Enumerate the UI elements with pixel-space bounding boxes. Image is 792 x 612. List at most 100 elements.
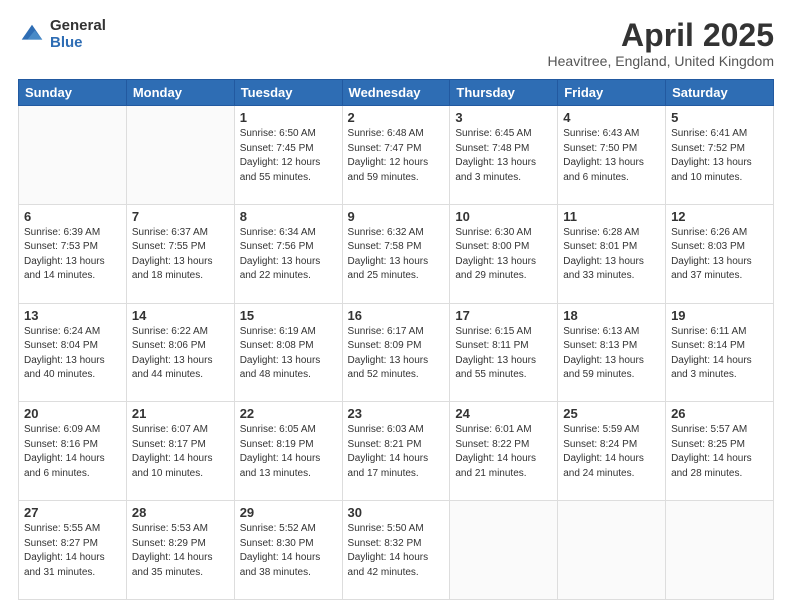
day-number: 29 (240, 505, 337, 520)
calendar-cell: 30 Sunrise: 5:50 AM Sunset: 8:32 PM Dayli… (342, 501, 450, 600)
day-number: 21 (132, 406, 229, 421)
logo-icon (18, 21, 46, 49)
day-number: 10 (455, 209, 552, 224)
calendar-cell: 11 Sunrise: 6:28 AM Sunset: 8:01 PM Dayli… (558, 204, 666, 303)
logo-blue: Blue (50, 35, 106, 52)
day-info: Sunrise: 6:22 AM Sunset: 8:06 PM Dayligh… (132, 325, 229, 383)
calendar-cell: 16Sunrise: 6:17 AM Sunset: 8:09 PM Dayli… (342, 303, 450, 402)
day-number: 30 (348, 505, 445, 520)
day-number: 28 (132, 505, 229, 520)
calendar-cell: 8Sunrise: 6:34 AM Sunset: 7:56 PM Daylig… (234, 204, 342, 303)
day-number: 12 (671, 209, 768, 224)
day-number: 6 (24, 209, 121, 224)
day-number: 11 (563, 209, 660, 224)
day-info: Sunrise: 6:03 AM Sunset: 8:21 PM Dayligh… (348, 423, 445, 481)
day-info: Sunrise: 6:19 AM Sunset: 8:08 PM Dayligh… (240, 325, 337, 383)
header-tuesday: Tuesday (234, 80, 342, 106)
calendar-cell: 1Sunrise: 6:50 AM Sunset: 7:45 PM Daylig… (234, 106, 342, 205)
day-number: 17 (455, 308, 552, 323)
logo-text: General Blue (50, 18, 106, 51)
calendar-week-row-2: 13 Sunrise: 6:24 AM Sunset: 8:04 PM Dayli… (19, 303, 774, 402)
header: General Blue April 2025 Heavitree, Engla… (18, 18, 774, 69)
day-info: Sunrise: 6:43 AM Sunset: 7:50 PM Dayligh… (563, 127, 660, 185)
calendar-cell: 4 Sunrise: 6:43 AM Sunset: 7:50 PM Daylig… (558, 106, 666, 205)
header-monday: Monday (126, 80, 234, 106)
calendar-cell: 24 Sunrise: 6:01 AM Sunset: 8:22 PM Dayli… (450, 402, 558, 501)
day-number: 26 (671, 406, 768, 421)
calendar-cell (666, 501, 774, 600)
day-info: Sunrise: 6:37 AM Sunset: 7:55 PM Dayligh… (132, 226, 229, 284)
page: General Blue April 2025 Heavitree, Engla… (0, 0, 792, 612)
day-info: Sunrise: 5:50 AM Sunset: 8:32 PM Dayligh… (348, 522, 445, 580)
calendar-cell (126, 106, 234, 205)
calendar-cell: 29 Sunrise: 5:52 AM Sunset: 8:30 PM Dayli… (234, 501, 342, 600)
calendar-cell: 12 Sunrise: 6:26 AM Sunset: 8:03 PM Dayli… (666, 204, 774, 303)
calendar-header-row: Sunday Monday Tuesday Wednesday Thursday… (19, 80, 774, 106)
calendar-cell: 22 Sunrise: 6:05 AM Sunset: 8:19 PM Dayli… (234, 402, 342, 501)
header-saturday: Saturday (666, 80, 774, 106)
calendar-week-row-3: 20 Sunrise: 6:09 AM Sunset: 8:16 PM Dayli… (19, 402, 774, 501)
day-number: 3 (455, 110, 552, 125)
day-number: 22 (240, 406, 337, 421)
day-number: 20 (24, 406, 121, 421)
day-info: Sunrise: 6:24 AM Sunset: 8:04 PM Dayligh… (24, 325, 121, 383)
day-info: Sunrise: 5:55 AM Sunset: 8:27 PM Dayligh… (24, 522, 121, 580)
day-number: 2 (348, 110, 445, 125)
day-number: 7 (132, 209, 229, 224)
calendar-week-row-0: 1Sunrise: 6:50 AM Sunset: 7:45 PM Daylig… (19, 106, 774, 205)
calendar-cell: 6Sunrise: 6:39 AM Sunset: 7:53 PM Daylig… (19, 204, 127, 303)
day-info: Sunrise: 6:01 AM Sunset: 8:22 PM Dayligh… (455, 423, 552, 481)
logo: General Blue (18, 18, 106, 51)
day-info: Sunrise: 6:17 AM Sunset: 8:09 PM Dayligh… (348, 325, 445, 383)
calendar-cell: 21 Sunrise: 6:07 AM Sunset: 8:17 PM Dayli… (126, 402, 234, 501)
day-number: 14 (132, 308, 229, 323)
day-info: Sunrise: 6:48 AM Sunset: 7:47 PM Dayligh… (348, 127, 445, 185)
calendar-cell: 13 Sunrise: 6:24 AM Sunset: 8:04 PM Dayli… (19, 303, 127, 402)
day-info: Sunrise: 6:05 AM Sunset: 8:19 PM Dayligh… (240, 423, 337, 481)
calendar-cell: 3Sunrise: 6:45 AM Sunset: 7:48 PM Daylig… (450, 106, 558, 205)
calendar-cell: 14 Sunrise: 6:22 AM Sunset: 8:06 PM Dayli… (126, 303, 234, 402)
day-number: 4 (563, 110, 660, 125)
calendar-cell: 20 Sunrise: 6:09 AM Sunset: 8:16 PM Dayli… (19, 402, 127, 501)
day-info: Sunrise: 5:53 AM Sunset: 8:29 PM Dayligh… (132, 522, 229, 580)
day-number: 24 (455, 406, 552, 421)
day-number: 15 (240, 308, 337, 323)
day-info: Sunrise: 6:50 AM Sunset: 7:45 PM Dayligh… (240, 127, 337, 185)
calendar-cell: 26 Sunrise: 5:57 AM Sunset: 8:25 PM Dayli… (666, 402, 774, 501)
day-info: Sunrise: 5:52 AM Sunset: 8:30 PM Dayligh… (240, 522, 337, 580)
title-block: April 2025 Heavitree, England, United Ki… (548, 18, 774, 69)
header-thursday: Thursday (450, 80, 558, 106)
calendar-cell: 17Sunrise: 6:15 AM Sunset: 8:11 PM Dayli… (450, 303, 558, 402)
logo-general: General (50, 18, 106, 35)
day-info: Sunrise: 5:57 AM Sunset: 8:25 PM Dayligh… (671, 423, 768, 481)
calendar-table: Sunday Monday Tuesday Wednesday Thursday… (18, 79, 774, 600)
day-number: 18 (563, 308, 660, 323)
calendar-cell: 19 Sunrise: 6:11 AM Sunset: 8:14 PM Dayli… (666, 303, 774, 402)
calendar-week-row-4: 27Sunrise: 5:55 AM Sunset: 8:27 PM Dayli… (19, 501, 774, 600)
day-info: Sunrise: 6:28 AM Sunset: 8:01 PM Dayligh… (563, 226, 660, 284)
day-number: 9 (348, 209, 445, 224)
day-number: 13 (24, 308, 121, 323)
day-number: 19 (671, 308, 768, 323)
day-info: Sunrise: 6:09 AM Sunset: 8:16 PM Dayligh… (24, 423, 121, 481)
title-location: Heavitree, England, United Kingdom (548, 53, 774, 69)
header-wednesday: Wednesday (342, 80, 450, 106)
calendar-cell: 15 Sunrise: 6:19 AM Sunset: 8:08 PM Dayli… (234, 303, 342, 402)
header-sunday: Sunday (19, 80, 127, 106)
day-number: 23 (348, 406, 445, 421)
day-info: Sunrise: 6:30 AM Sunset: 8:00 PM Dayligh… (455, 226, 552, 284)
calendar-cell (558, 501, 666, 600)
calendar-cell: 23 Sunrise: 6:03 AM Sunset: 8:21 PM Dayli… (342, 402, 450, 501)
calendar-week-row-1: 6Sunrise: 6:39 AM Sunset: 7:53 PM Daylig… (19, 204, 774, 303)
day-number: 8 (240, 209, 337, 224)
day-info: Sunrise: 6:11 AM Sunset: 8:14 PM Dayligh… (671, 325, 768, 383)
day-number: 5 (671, 110, 768, 125)
day-info: Sunrise: 6:07 AM Sunset: 8:17 PM Dayligh… (132, 423, 229, 481)
day-number: 25 (563, 406, 660, 421)
calendar-cell (450, 501, 558, 600)
calendar-cell: 7 Sunrise: 6:37 AM Sunset: 7:55 PM Daylig… (126, 204, 234, 303)
calendar-cell: 27Sunrise: 5:55 AM Sunset: 8:27 PM Dayli… (19, 501, 127, 600)
title-month: April 2025 (548, 18, 774, 53)
calendar-cell: 18Sunrise: 6:13 AM Sunset: 8:13 PM Dayli… (558, 303, 666, 402)
day-info: Sunrise: 6:26 AM Sunset: 8:03 PM Dayligh… (671, 226, 768, 284)
